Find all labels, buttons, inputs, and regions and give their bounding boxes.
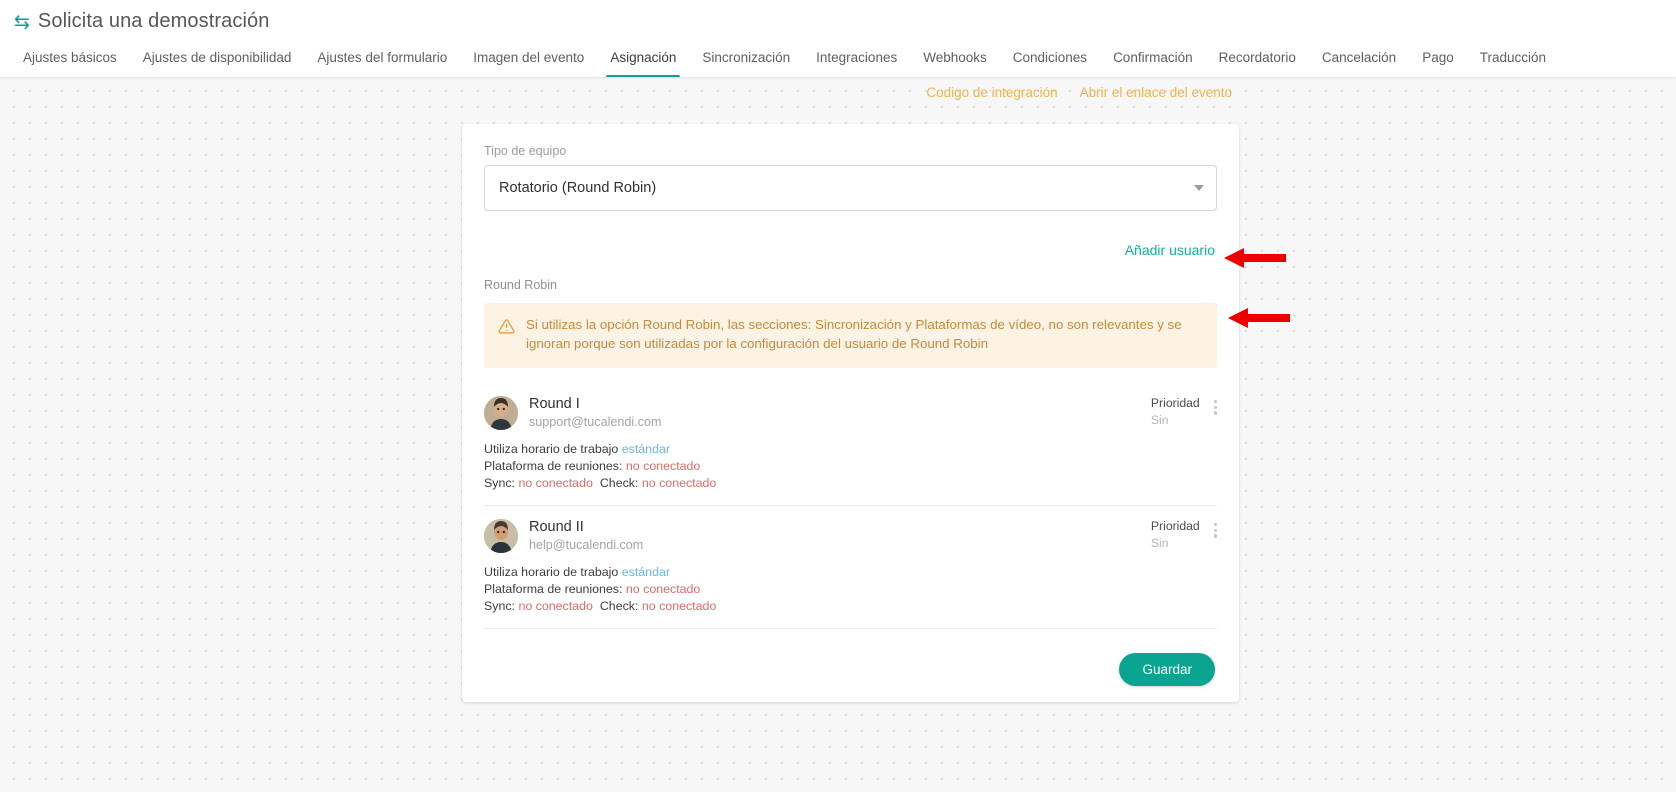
round-robin-user-list: Round I support@tucalendi.com Prioridad Sin… xyxy=(484,395,1217,629)
sync-check-line: Sync: no conectado Check: no conectado xyxy=(484,598,1217,615)
assignment-card: Tipo de equipo Rotatorio (Round Robin) A… xyxy=(462,124,1239,702)
integration-code-link[interactable]: Codigo de integración xyxy=(926,85,1057,100)
check-value: no conectado xyxy=(641,476,717,491)
sync-prefix: Sync: xyxy=(484,476,515,491)
tab-bar: Ajustes básicos Ajustes de disponibilidad… xyxy=(0,39,1676,78)
tab-traducci-n[interactable]: Traducción xyxy=(1467,44,1559,77)
schedule-prefix: Utiliza horario de trabajo xyxy=(484,442,619,457)
tab-asignaci-n[interactable]: Asignación xyxy=(597,44,689,78)
warning-triangle-icon xyxy=(498,318,515,335)
avatar xyxy=(484,518,518,553)
user-email: support@tucalendi.com xyxy=(529,414,662,429)
save-button[interactable]: Guardar xyxy=(1119,653,1215,686)
tab-ajustes-del-formulario[interactable]: Ajustes del formulario xyxy=(304,44,460,77)
schedule-value[interactable]: estándar xyxy=(622,565,670,579)
priority-section: Prioridad Sin xyxy=(1151,395,1217,428)
user-text: Round I support@tucalendi.com xyxy=(529,395,662,431)
platform-line: Plataforma de reuniones: no conectado xyxy=(484,458,1217,475)
chevron-down-icon xyxy=(1194,185,1204,191)
avatar xyxy=(484,395,518,430)
priority-text: Prioridad Sin xyxy=(1151,396,1200,428)
title-row: ⇆ Solicita una demostración xyxy=(0,0,1676,39)
sync-value: no conectado xyxy=(518,599,593,614)
tab-pago[interactable]: Pago xyxy=(1409,44,1467,77)
user-header: Round I support@tucalendi.com Prioridad Sin xyxy=(484,395,1217,431)
priority-value: Sin xyxy=(1150,535,1169,550)
add-user-button[interactable]: Añadir usuario xyxy=(1125,242,1215,258)
more-options-icon[interactable] xyxy=(1213,519,1217,538)
user-name: Round I xyxy=(529,395,580,412)
team-type-label: Tipo de equipo xyxy=(484,144,567,158)
platform-value: no conectado xyxy=(625,459,701,474)
platform-value: no conectado xyxy=(625,582,701,597)
tab-ajustes-b-sicos[interactable]: Ajustes básicos xyxy=(10,44,130,77)
user-header: Round II help@tucalendi.com Prioridad Sin xyxy=(484,518,1217,554)
schedule-line: Utiliza horario de trabajo estándar xyxy=(484,441,1217,458)
user-name: Round II xyxy=(529,518,584,535)
top-links: Codigo de integración Abrir el enlace de… xyxy=(926,85,1232,100)
round-robin-section-label: Round Robin xyxy=(484,278,557,292)
tab-cancelaci-n[interactable]: Cancelación xyxy=(1309,44,1409,77)
platform-prefix: Plataforma de reuniones: xyxy=(484,459,623,474)
sync-prefix: Sync: xyxy=(484,599,515,614)
open-event-link[interactable]: Abrir el enlace del evento xyxy=(1080,85,1232,100)
add-user-row: Añadir usuario xyxy=(484,242,1217,260)
user-email: help@tucalendi.com xyxy=(529,538,644,552)
user-meta: Utiliza horario de trabajo estándar Plata… xyxy=(484,441,1217,492)
page-canvas: Codigo de integración Abrir el enlace de… xyxy=(0,77,1676,792)
priority-text: Prioridad Sin xyxy=(1151,519,1200,551)
user-meta: Utiliza horario de trabajo estándar Plata… xyxy=(484,564,1217,615)
schedule-prefix: Utiliza horario de trabajo xyxy=(484,565,619,580)
sync-value: no conectado xyxy=(518,476,593,491)
tab-confirmaci-n[interactable]: Confirmación xyxy=(1100,44,1206,77)
tab-sincronizaci-n[interactable]: Sincronización xyxy=(689,44,803,77)
schedule-line: Utiliza horario de trabajo estándar xyxy=(484,564,1217,581)
sync-check-line: Sync: no conectado Check: no conectado xyxy=(484,475,1217,492)
tab-condiciones[interactable]: Condiciones xyxy=(1000,44,1100,77)
page-title: Solicita una demostración xyxy=(37,10,270,32)
check-prefix: Check: xyxy=(599,476,639,491)
save-row: Guardar xyxy=(484,653,1217,686)
team-type-value: Rotatorio (Round Robin) xyxy=(499,180,657,196)
check-prefix: Check: xyxy=(599,599,639,614)
team-type-select[interactable]: Rotatorio (Round Robin) xyxy=(484,165,1217,211)
priority-section: Prioridad Sin xyxy=(1151,518,1217,551)
user-identity: Round I support@tucalendi.com xyxy=(484,395,662,431)
user-identity: Round II help@tucalendi.com xyxy=(484,518,643,554)
schedule-value[interactable]: estándar xyxy=(622,442,670,456)
tab-recordatorio[interactable]: Recordatorio xyxy=(1206,44,1309,77)
user-text: Round II help@tucalendi.com xyxy=(529,518,643,554)
alert-message: Si utilizas la opción Round Robin, las s… xyxy=(526,317,1182,351)
user-row: Round I support@tucalendi.com Prioridad Sin… xyxy=(484,395,1217,506)
platform-prefix: Plataforma de reuniones: xyxy=(484,582,623,597)
priority-value: Sin xyxy=(1150,412,1169,427)
more-options-icon[interactable] xyxy=(1213,396,1217,415)
app-header: ⇆ Solicita una demostración Ajustes bási… xyxy=(0,0,1676,78)
priority-label: Prioridad xyxy=(1150,395,1200,410)
user-row: Round II help@tucalendi.com Prioridad Sin Ut… xyxy=(484,518,1217,629)
exchange-icon: ⇆ xyxy=(14,12,30,33)
check-value: no conectado xyxy=(641,599,717,614)
priority-label: Prioridad xyxy=(1150,518,1200,533)
tab-webhooks[interactable]: Webhooks xyxy=(910,44,1000,77)
round-robin-warning-alert: Si utilizas la opción Round Robin, las s… xyxy=(484,303,1217,368)
tab-integraciones[interactable]: Integraciones xyxy=(803,44,910,77)
platform-line: Plataforma de reuniones: no conectado xyxy=(484,581,1217,598)
tab-imagen-del-evento[interactable]: Imagen del evento xyxy=(460,44,597,77)
tab-ajustes-de-disponibilidad[interactable]: Ajustes de disponibilidad xyxy=(130,44,305,77)
